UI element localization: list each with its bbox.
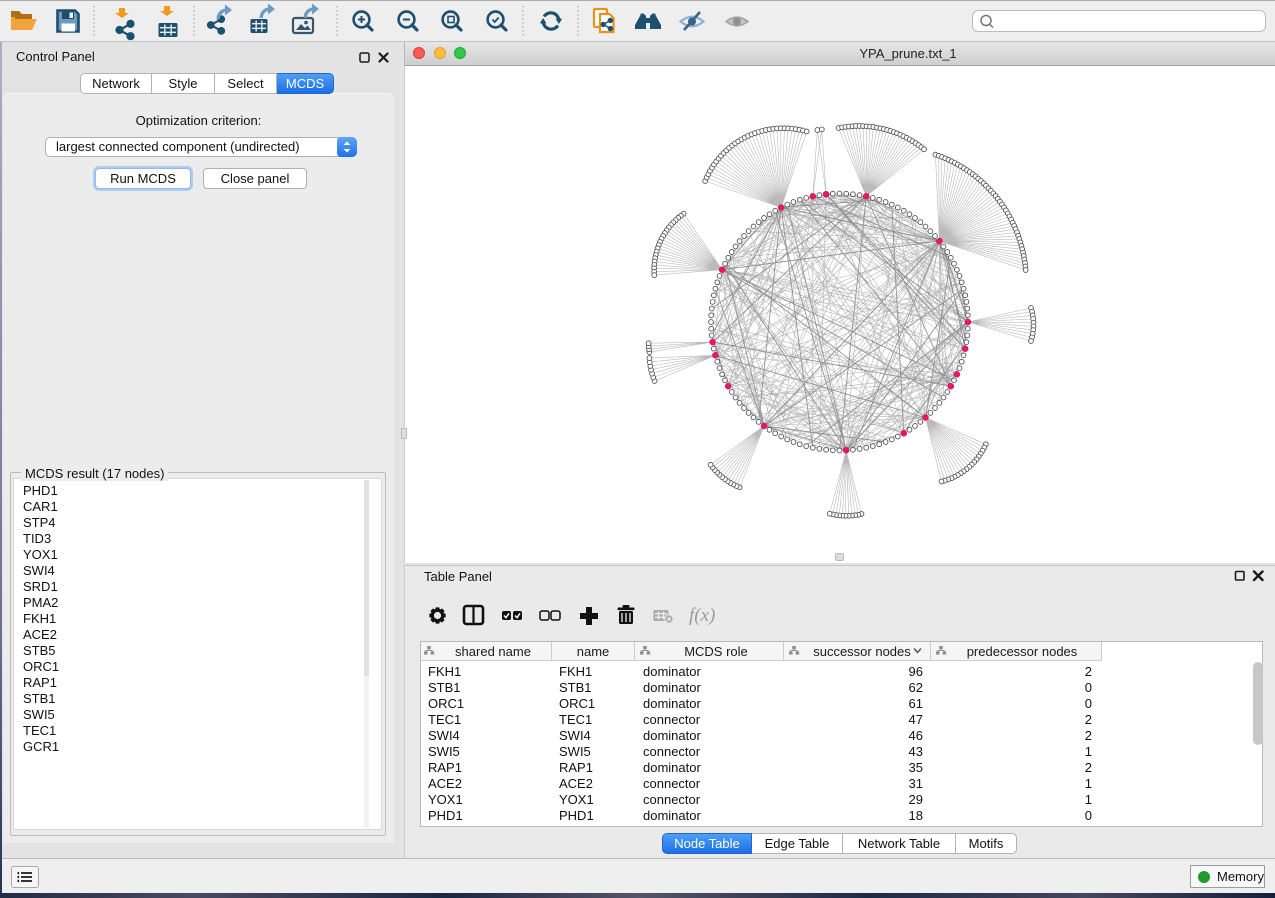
svg-text:f(x): f(x) xyxy=(689,605,715,626)
